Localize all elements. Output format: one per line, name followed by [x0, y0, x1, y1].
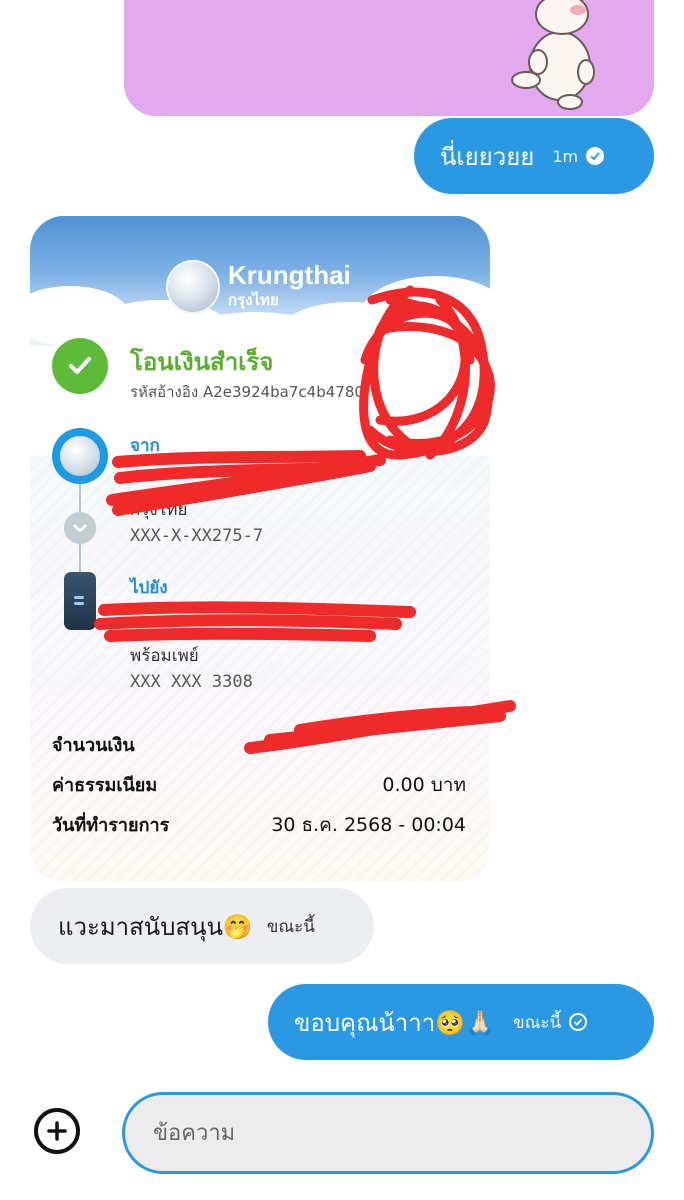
- from-bank-name: กรุงไทย: [130, 500, 188, 520]
- bank-name: Krungthai: [228, 260, 351, 290]
- to-service-name: พร้อมเพย์: [130, 646, 199, 666]
- fee-value: 0.00 บาท: [382, 774, 466, 796]
- message-time: ขณะนี้: [512, 1012, 562, 1033]
- sent-message-bubble[interactable]: ขอบคุณน้าาา🥺🙏🏻 ขณะนี้: [268, 984, 654, 1060]
- chevron-down-icon: [64, 512, 96, 544]
- add-attachment-button[interactable]: [34, 1108, 80, 1154]
- message-text: นี่เยยวยย: [440, 142, 535, 171]
- from-bank-icon: [52, 428, 108, 484]
- mobile-phone-icon: [64, 572, 96, 630]
- to-label: ไปยัง: [130, 578, 168, 598]
- sent-check-icon: [569, 1013, 588, 1031]
- sent-message-bubble[interactable]: นี่เยยวยย 1m: [414, 118, 654, 194]
- read-check-icon: [586, 147, 605, 165]
- fee-label: ค่าธรรมเนียม: [52, 775, 158, 796]
- transfer-slip-image[interactable]: Krungthai กรุงไทย โอนเงินสำเร็จ รหัสอ้าง…: [30, 216, 490, 882]
- message-time: 1m: [552, 146, 579, 166]
- bank-name-thai: กรุงไทย: [228, 291, 279, 309]
- message-time: ขณะนี้: [266, 916, 315, 937]
- date-label: วันที่ทำรายการ: [52, 815, 170, 836]
- amount-label: จำนวนเงิน: [52, 735, 135, 756]
- plus-icon: [47, 1121, 67, 1141]
- message-input[interactable]: [122, 1092, 654, 1174]
- krungthai-logo-icon: [166, 260, 220, 314]
- message-text: ขอบคุณน้าาา🥺🙏🏻: [294, 1008, 495, 1037]
- timeline-line: [79, 544, 81, 572]
- to-account-number: XXX XXX 3308: [130, 672, 253, 692]
- bunny-sticker-icon: [511, 0, 595, 110]
- date-value: 30 ธ.ค. 2568 - 00:04: [271, 814, 466, 836]
- bank-brand: Krungthai กรุงไทย: [166, 260, 351, 314]
- received-message-bubble[interactable]: แวะมาสนับสนุน🤭 ขณะนี้: [30, 888, 374, 964]
- from-account-number: XXX-X-XX275-7: [130, 526, 264, 546]
- message-text: แวะมาสนับสนุน🤭: [58, 912, 253, 941]
- transfer-status: โอนเงินสำเร็จ: [130, 348, 274, 376]
- success-check-icon: [52, 338, 108, 394]
- timeline-line: [79, 484, 81, 514]
- from-label: จาก: [130, 436, 160, 456]
- reference-number: รหัสอ้างอิง A2e3924ba7c4b4780: [130, 383, 364, 401]
